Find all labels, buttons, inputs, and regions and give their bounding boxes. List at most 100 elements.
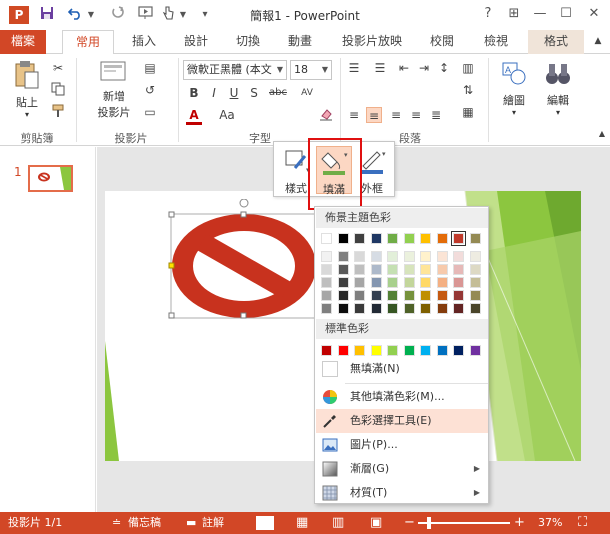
color-swatch[interactable] bbox=[403, 290, 415, 301]
font-color-button[interactable]: A bbox=[186, 107, 202, 125]
color-swatch[interactable] bbox=[420, 345, 431, 356]
color-swatch[interactable] bbox=[337, 277, 349, 288]
color-swatch[interactable] bbox=[436, 290, 448, 301]
decrease-indent-icon[interactable]: ⇤ bbox=[396, 60, 412, 76]
fit-to-window-icon[interactable]: ⛶ bbox=[578, 512, 587, 534]
comments-button[interactable]: 註解 bbox=[202, 512, 224, 534]
color-swatch[interactable] bbox=[354, 303, 365, 314]
color-swatch[interactable] bbox=[370, 345, 382, 356]
reading-view-icon[interactable]: ▥ bbox=[332, 512, 344, 534]
picture-fill-item[interactable]: 圖片(P)... bbox=[316, 433, 488, 457]
font-name-combo[interactable]: 微軟正黑體 (本文 ▼ bbox=[183, 60, 287, 80]
tab-slideshow[interactable]: 投影片放映 bbox=[332, 30, 412, 54]
color-swatch[interactable] bbox=[387, 264, 398, 275]
more-fill-colors-item[interactable]: 其他填滿色彩(M)... bbox=[316, 385, 488, 409]
zoom-level[interactable]: 37% bbox=[538, 512, 562, 534]
zoom-slider[interactable] bbox=[418, 522, 510, 524]
start-from-beginning-icon[interactable] bbox=[136, 6, 156, 24]
color-swatch[interactable] bbox=[370, 290, 382, 301]
color-swatch[interactable] bbox=[370, 303, 382, 314]
color-swatch[interactable] bbox=[436, 345, 448, 356]
align-center-icon[interactable]: ≡ bbox=[366, 107, 382, 123]
touch-mode-dropdown-icon[interactable]: ▼ bbox=[178, 6, 188, 24]
color-swatch[interactable] bbox=[354, 233, 365, 244]
color-swatch[interactable] bbox=[387, 277, 398, 288]
chevron-down-icon[interactable]: ▼ bbox=[274, 61, 286, 79]
color-swatch[interactable] bbox=[403, 303, 415, 314]
color-swatch[interactable] bbox=[420, 233, 431, 244]
comments-icon[interactable]: ▬ bbox=[186, 512, 196, 534]
color-swatch[interactable] bbox=[436, 233, 448, 244]
color-swatch[interactable] bbox=[337, 264, 349, 275]
color-swatch[interactable] bbox=[354, 251, 365, 262]
editing-button[interactable]: 編輯 ▾ bbox=[538, 60, 578, 117]
color-swatch[interactable] bbox=[354, 345, 365, 356]
tab-insert[interactable]: 插入 bbox=[124, 30, 164, 54]
tab-review[interactable]: 校閱 bbox=[420, 30, 464, 54]
smartart-icon[interactable]: ▦ bbox=[460, 104, 476, 120]
color-swatch[interactable] bbox=[469, 290, 481, 301]
color-swatch[interactable] bbox=[469, 303, 481, 314]
color-swatch[interactable] bbox=[453, 303, 464, 314]
line-spacing-icon[interactable]: ↕ bbox=[436, 60, 452, 76]
paste-button[interactable]: 貼上 ▾ bbox=[10, 60, 44, 119]
color-swatch[interactable] bbox=[354, 290, 365, 301]
zoom-slider-thumb[interactable] bbox=[427, 517, 431, 529]
color-swatch[interactable] bbox=[321, 345, 332, 356]
eyedropper-item[interactable]: 色彩選擇工具(E) bbox=[316, 409, 488, 433]
ribbon-display-options-icon[interactable]: ⊞ bbox=[503, 4, 525, 24]
color-swatch[interactable] bbox=[403, 251, 415, 262]
outline-button[interactable]: ▾ 外框 bbox=[354, 146, 390, 195]
color-swatch[interactable] bbox=[321, 303, 332, 314]
no-fill-item[interactable]: 無填滿(N) bbox=[316, 357, 488, 381]
editing-dropdown-icon[interactable]: ▾ bbox=[538, 108, 578, 117]
copy-icon[interactable] bbox=[50, 82, 66, 98]
minimize-icon[interactable]: — bbox=[529, 4, 551, 24]
drawing-button[interactable]: A 繪圖 ▾ bbox=[494, 60, 534, 117]
slideshow-view-icon[interactable]: ▣ bbox=[370, 512, 382, 534]
powerpoint-logo-icon[interactable]: P bbox=[9, 6, 29, 24]
color-swatch[interactable] bbox=[469, 345, 481, 356]
color-swatch[interactable] bbox=[337, 303, 349, 314]
tab-design[interactable]: 設計 bbox=[176, 30, 216, 54]
color-swatch[interactable] bbox=[403, 264, 415, 275]
color-swatch[interactable] bbox=[403, 345, 415, 356]
color-swatch[interactable] bbox=[436, 251, 448, 262]
color-swatch[interactable] bbox=[420, 277, 431, 288]
color-swatch[interactable] bbox=[354, 264, 365, 275]
color-swatch[interactable] bbox=[453, 277, 464, 288]
color-swatch[interactable] bbox=[321, 277, 332, 288]
color-swatch[interactable] bbox=[453, 290, 464, 301]
undo-dropdown-icon[interactable]: ▼ bbox=[86, 6, 96, 24]
color-swatch[interactable] bbox=[387, 251, 398, 262]
color-swatch[interactable] bbox=[469, 233, 481, 244]
redo-icon[interactable] bbox=[108, 6, 126, 24]
slide-thumbnail[interactable] bbox=[28, 165, 73, 192]
color-swatch[interactable] bbox=[403, 233, 415, 244]
color-swatch[interactable] bbox=[469, 264, 481, 275]
color-swatch[interactable] bbox=[354, 277, 365, 288]
color-swatch[interactable] bbox=[469, 277, 481, 288]
color-swatch[interactable] bbox=[420, 290, 431, 301]
color-swatch[interactable] bbox=[453, 345, 464, 356]
fill-button[interactable]: ▾ 填滿 bbox=[316, 146, 352, 196]
color-swatch[interactable] bbox=[370, 233, 382, 244]
color-swatch[interactable] bbox=[321, 264, 332, 275]
color-swatch[interactable] bbox=[370, 277, 382, 288]
chevron-down-icon[interactable]: ▼ bbox=[319, 61, 331, 79]
numbering-icon[interactable]: ☰ bbox=[372, 60, 388, 76]
notes-icon[interactable]: ≐ bbox=[112, 512, 121, 534]
increase-indent-icon[interactable]: ⇥ bbox=[416, 60, 432, 76]
align-right-icon[interactable]: ≡ bbox=[388, 107, 404, 123]
justify-icon[interactable]: ≡ bbox=[408, 107, 424, 123]
tab-format[interactable]: 格式 bbox=[528, 30, 584, 54]
color-swatch[interactable] bbox=[387, 303, 398, 314]
drawing-dropdown-icon[interactable]: ▾ bbox=[494, 108, 534, 117]
color-swatch[interactable] bbox=[321, 251, 332, 262]
color-swatch[interactable] bbox=[420, 251, 431, 262]
collapse-ribbon-icon[interactable]: ▲ bbox=[594, 126, 610, 142]
color-swatch[interactable] bbox=[337, 233, 349, 244]
customize-qat-icon[interactable]: ▾ bbox=[198, 6, 212, 24]
normal-view-icon[interactable] bbox=[256, 516, 274, 530]
font-size-combo[interactable]: 18 ▼ bbox=[290, 60, 332, 80]
